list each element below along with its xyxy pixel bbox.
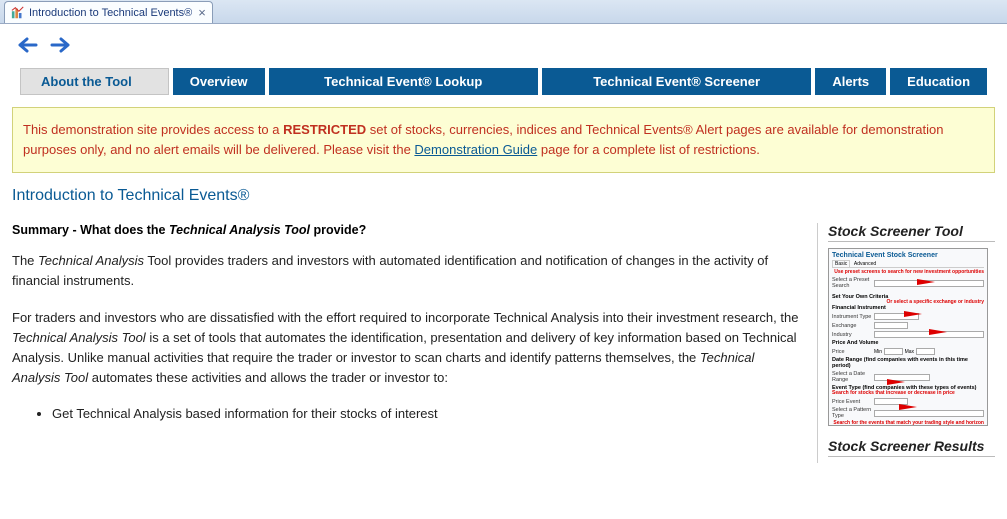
intro-paragraph-2: For traders and investors who are dissat… [12,308,799,389]
list-item: Get Technical Analysis based information… [52,404,799,424]
main-column: Summary - What does the Technical Analys… [12,223,799,463]
page-title: Introduction to Technical Events® [12,187,995,205]
sidebar-heading-results: Stock Screener Results [828,438,995,457]
feature-list: Get Technical Analysis based information… [12,404,799,424]
restriction-notice: This demonstration site provides access … [12,107,995,173]
intro-paragraph-1: The Technical Analysis Tool provides tra… [12,251,799,291]
document-tab-bar: Introduction to Technical Events® × [0,0,1007,24]
nav-arrows [0,25,1007,62]
tab-screener[interactable]: Technical Event® Screener [542,68,811,95]
app-icon [11,6,25,20]
close-icon[interactable]: × [198,5,206,20]
tab-lookup[interactable]: Technical Event® Lookup [269,68,538,95]
sidebar: Stock Screener Tool Technical Event Stoc… [817,223,995,463]
summary-heading: Summary - What does the Technical Analys… [12,223,799,237]
tab-about[interactable]: About the Tool [20,68,169,95]
document-tab[interactable]: Introduction to Technical Events® × [4,1,213,23]
sidebar-heading-screener: Stock Screener Tool [828,223,995,242]
back-button[interactable] [18,37,38,56]
screener-thumbnail[interactable]: Technical Event Stock Screener Basic Adv… [828,248,988,426]
main-nav-tabs: About the Tool Overview Technical Event®… [0,62,1007,107]
document-tab-title: Introduction to Technical Events® [29,7,192,19]
tab-education[interactable]: Education [890,68,987,95]
tab-overview[interactable]: Overview [173,68,265,95]
tab-alerts[interactable]: Alerts [815,68,886,95]
demo-guide-link[interactable]: Demonstration Guide [414,142,537,157]
page-content: About the Tool Overview Technical Event®… [0,24,1007,519]
forward-button[interactable] [50,37,70,56]
